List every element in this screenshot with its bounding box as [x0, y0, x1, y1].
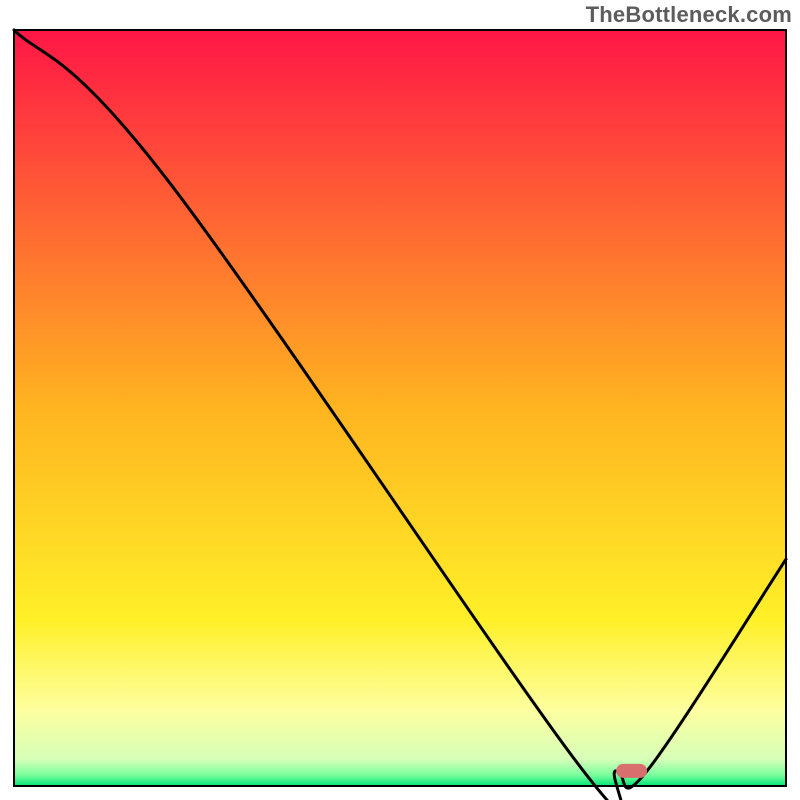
optimal-range-marker — [616, 764, 647, 778]
bottleneck-chart — [0, 0, 800, 800]
chart-container: TheBottleneck.com — [0, 0, 800, 800]
watermark-label: TheBottleneck.com — [586, 2, 792, 28]
gradient-background — [14, 30, 786, 786]
